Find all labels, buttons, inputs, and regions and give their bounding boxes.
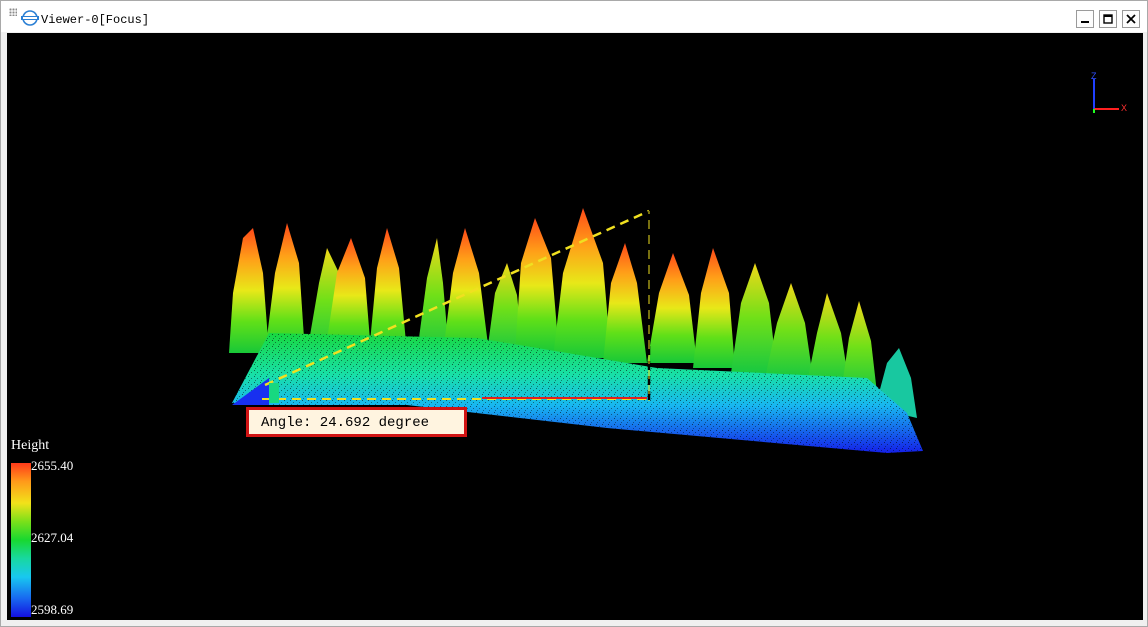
- maximize-icon: [1103, 14, 1113, 24]
- x-axis-label: X: [1121, 103, 1127, 113]
- minimize-icon: [1081, 21, 1089, 23]
- height-color-bar: [11, 463, 31, 617]
- title-bar[interactable]: Viewer-0[Focus]: [1, 1, 1147, 32]
- window-title: Viewer-0[Focus]: [41, 13, 150, 27]
- viewer-window: Viewer-0[Focus] Z X Angle: 24.692 degree…: [0, 0, 1148, 627]
- legend-title: Height: [11, 438, 50, 453]
- close-button[interactable]: [1122, 10, 1140, 28]
- maximize-button[interactable]: [1099, 10, 1117, 28]
- legend-min-value: 2598.69: [31, 602, 74, 617]
- axis-orientation-gizmo: Z X: [1091, 71, 1127, 113]
- drag-grip-icon[interactable]: [9, 8, 17, 16]
- z-axis-label: Z: [1091, 71, 1097, 81]
- legend-mid-value: 2627.04: [31, 530, 74, 545]
- point-cloud-scene[interactable]: [7, 33, 1143, 620]
- app-logo-icon: [21, 10, 39, 26]
- legend-max-value: 2655.40: [31, 458, 74, 473]
- minimize-button[interactable]: [1076, 10, 1094, 28]
- close-icon: [1126, 14, 1136, 24]
- point-cloud-viewport[interactable]: Z X Angle: 24.692 degree Height 2655.40 …: [7, 33, 1143, 620]
- angle-measurement-label: Angle: 24.692 degree: [246, 407, 467, 437]
